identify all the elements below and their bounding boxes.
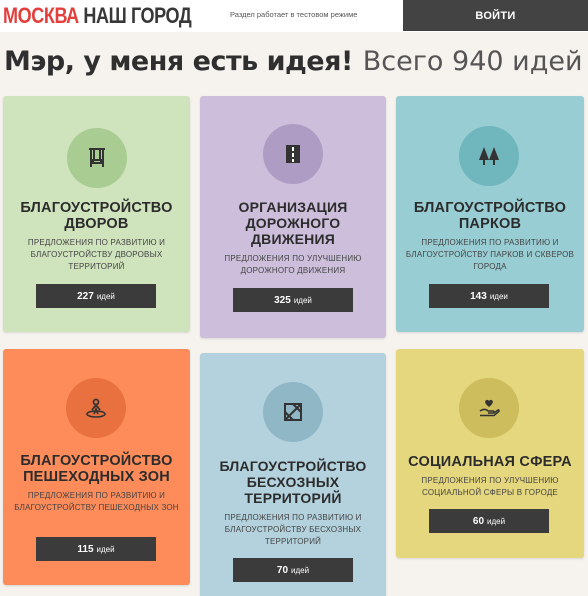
card-title: БЛАГОУСТРОЙСТВО ДВОРОВ xyxy=(20,200,173,232)
ideas-count: 325 xyxy=(274,294,291,306)
card-icon-circle xyxy=(67,128,127,188)
ideas-count: 143 xyxy=(470,290,487,302)
ideas-count-word: идей xyxy=(291,565,310,575)
card-icon-circle xyxy=(459,378,519,438)
territory-icon xyxy=(284,403,302,421)
card-description: ПРЕДЛОЖЕНИЯ ПО РАЗВИТИЮ И БЛАГОУСТРОЙСТВ… xyxy=(224,513,362,546)
ideas-total: Всего 940 идей xyxy=(362,46,583,77)
pedestrian-icon xyxy=(86,398,106,418)
logo-moscow: МОСКВА xyxy=(3,3,79,28)
ideas-count-word: идей xyxy=(487,516,506,526)
ideas-count-word: идей xyxy=(96,291,115,301)
ideas-count: 115 xyxy=(77,543,94,555)
logo[interactable]: МОСКВА НАШ ГОРОД xyxy=(3,3,192,29)
card-description: ПРЕДЛОЖЕНИЯ ПО РАЗВИТИЮ И БЛАГОУСТРОЙСТВ… xyxy=(27,238,166,271)
category-card-social[interactable]: СОЦИАЛЬНАЯ СФЕРА ПРЕДЛОЖЕНИЯ ПО УЛУЧШЕНИ… xyxy=(396,349,584,558)
ideas-count-button[interactable]: 70 идей xyxy=(233,558,353,582)
ideas-count: 60 xyxy=(472,515,485,527)
road-icon xyxy=(286,145,300,163)
page-title: Мэр, у меня есть идея! xyxy=(4,46,353,77)
category-card-parks[interactable]: БЛАГОУСТРОЙСТВО ПАРКОВ ПРЕДЛОЖЕНИЯ ПО РА… xyxy=(396,96,584,332)
ideas-count-button[interactable]: 115 идей xyxy=(36,537,156,561)
ideas-count: 227 xyxy=(77,290,94,302)
ideas-count-button[interactable]: 325 идей xyxy=(233,288,353,312)
category-card-pedestrian[interactable]: БЛАГОУСТРОЙСТВО ПЕШЕХОДНЫХ ЗОН ПРЕДЛОЖЕН… xyxy=(3,349,190,585)
ideas-count-word: идеи xyxy=(489,291,508,301)
card-icon-circle xyxy=(459,126,519,186)
card-title: ОРГАНИЗАЦИЯ ДОРОЖНОГО ДВИЖЕНИЯ xyxy=(238,199,348,247)
card-description: ПРЕДЛОЖЕНИЯ ПО УЛУЧШЕНИЮ СОЦИАЛЬНОЙ СФЕР… xyxy=(421,476,559,497)
ideas-count: 70 xyxy=(276,564,289,576)
card-description: ПРЕДЛОЖЕНИЯ ПО УЛУЧШЕНИЮ ДОРОЖНОГО ДВИЖЕ… xyxy=(224,254,362,275)
heart-hand-icon xyxy=(479,399,500,417)
logo-our-city: НАШ ГОРОД xyxy=(83,3,192,28)
ideas-count-button[interactable]: 60 идей xyxy=(429,509,549,533)
ideas-count-word: идей xyxy=(293,295,312,305)
category-card-traffic[interactable]: ОРГАНИЗАЦИЯ ДОРОЖНОГО ДВИЖЕНИЯ ПРЕДЛОЖЕН… xyxy=(200,96,386,338)
test-mode-note: Раздел работает в тестовом режиме xyxy=(230,10,358,19)
card-title: БЛАГОУСТРОЙСТВО БЕСХОЗНЫХ ТЕРРИТОРИЙ xyxy=(219,458,367,506)
category-card-ownerless[interactable]: БЛАГОУСТРОЙСТВО БЕСХОЗНЫХ ТЕРРИТОРИЙ ПРЕ… xyxy=(200,353,386,596)
card-icon-circle xyxy=(66,378,126,438)
card-title: БЛАГОУСТРОЙСТВО ПЕШЕХОДНЫХ ЗОН xyxy=(20,453,173,485)
page-headline: Мэр, у меня есть идея! Всего 940 идей xyxy=(4,46,583,77)
ideas-count-button[interactable]: 143 идеи xyxy=(429,284,549,308)
card-title: БЛАГОУСТРОЙСТВО ПАРКОВ xyxy=(413,200,567,232)
login-button[interactable]: ВОЙТИ xyxy=(403,0,588,31)
ideas-count-word: идей xyxy=(96,544,115,554)
ideas-count-button[interactable]: 227 идей xyxy=(36,284,156,308)
card-icon-circle xyxy=(263,124,323,184)
card-description: ПРЕДЛОЖЕНИЯ ПО РАЗВИТИЮ И БЛАГОУСТРОЙСТВ… xyxy=(14,491,179,512)
card-icon-circle xyxy=(263,382,323,442)
top-bar: МОСКВА НАШ ГОРОД Раздел работает в тесто… xyxy=(0,0,588,32)
card-title: СОЦИАЛЬНАЯ СФЕРА xyxy=(408,454,572,470)
card-description: ПРЕДЛОЖЕНИЯ ПО РАЗВИТИЮ И БЛАГОУСТРОЙСТВ… xyxy=(405,238,575,271)
swing-icon xyxy=(89,148,105,167)
category-card-yards[interactable]: БЛАГОУСТРОЙСТВО ДВОРОВ ПРЕДЛОЖЕНИЯ ПО РА… xyxy=(3,96,190,332)
trees-icon xyxy=(479,147,499,165)
